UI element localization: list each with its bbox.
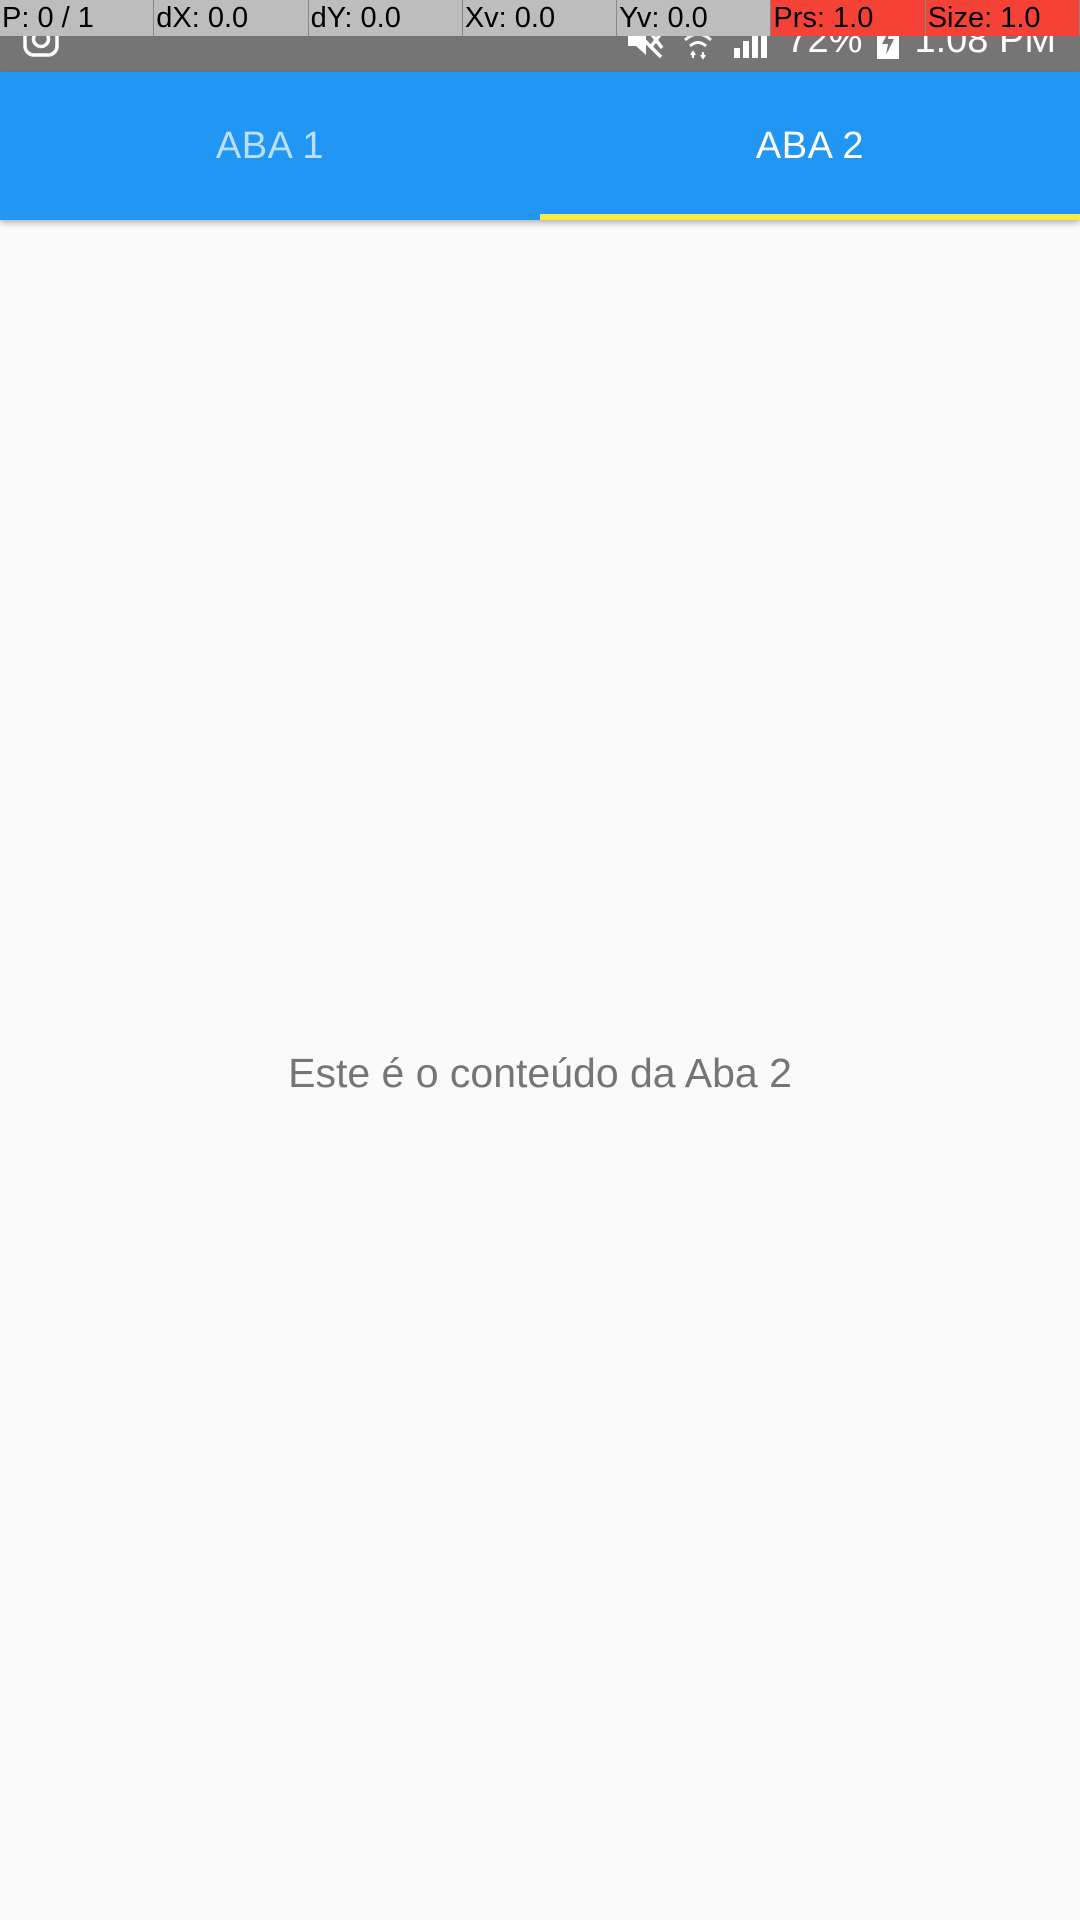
pointer-location-overlay: P: 0 / 1 dX: 0.0 dY: 0.0 Xv: 0.0 Yv: 0.0… xyxy=(0,0,1080,36)
debug-pointer-count: P: 0 / 1 xyxy=(0,0,155,36)
debug-pressure: Prs: 1.0 xyxy=(771,0,926,36)
tab-indicator xyxy=(540,214,1080,220)
debug-dx: dX: 0.0 xyxy=(154,0,309,36)
tab-aba-1[interactable]: ABA 1 xyxy=(0,72,540,220)
tab-aba-2[interactable]: ABA 2 xyxy=(540,72,1080,220)
debug-xv: Xv: 0.0 xyxy=(462,0,618,36)
tab-content: Este é o conteúdo da Aba 2 xyxy=(0,220,1080,1920)
debug-size: Size: 1.0 xyxy=(925,0,1080,36)
debug-dy: dY: 0.0 xyxy=(308,0,463,36)
tab-content-text: Este é o conteúdo da Aba 2 xyxy=(288,1050,792,1096)
debug-yv: Yv: 0.0 xyxy=(617,0,772,36)
tab-bar: ABA 1 ABA 2 xyxy=(0,72,1080,220)
